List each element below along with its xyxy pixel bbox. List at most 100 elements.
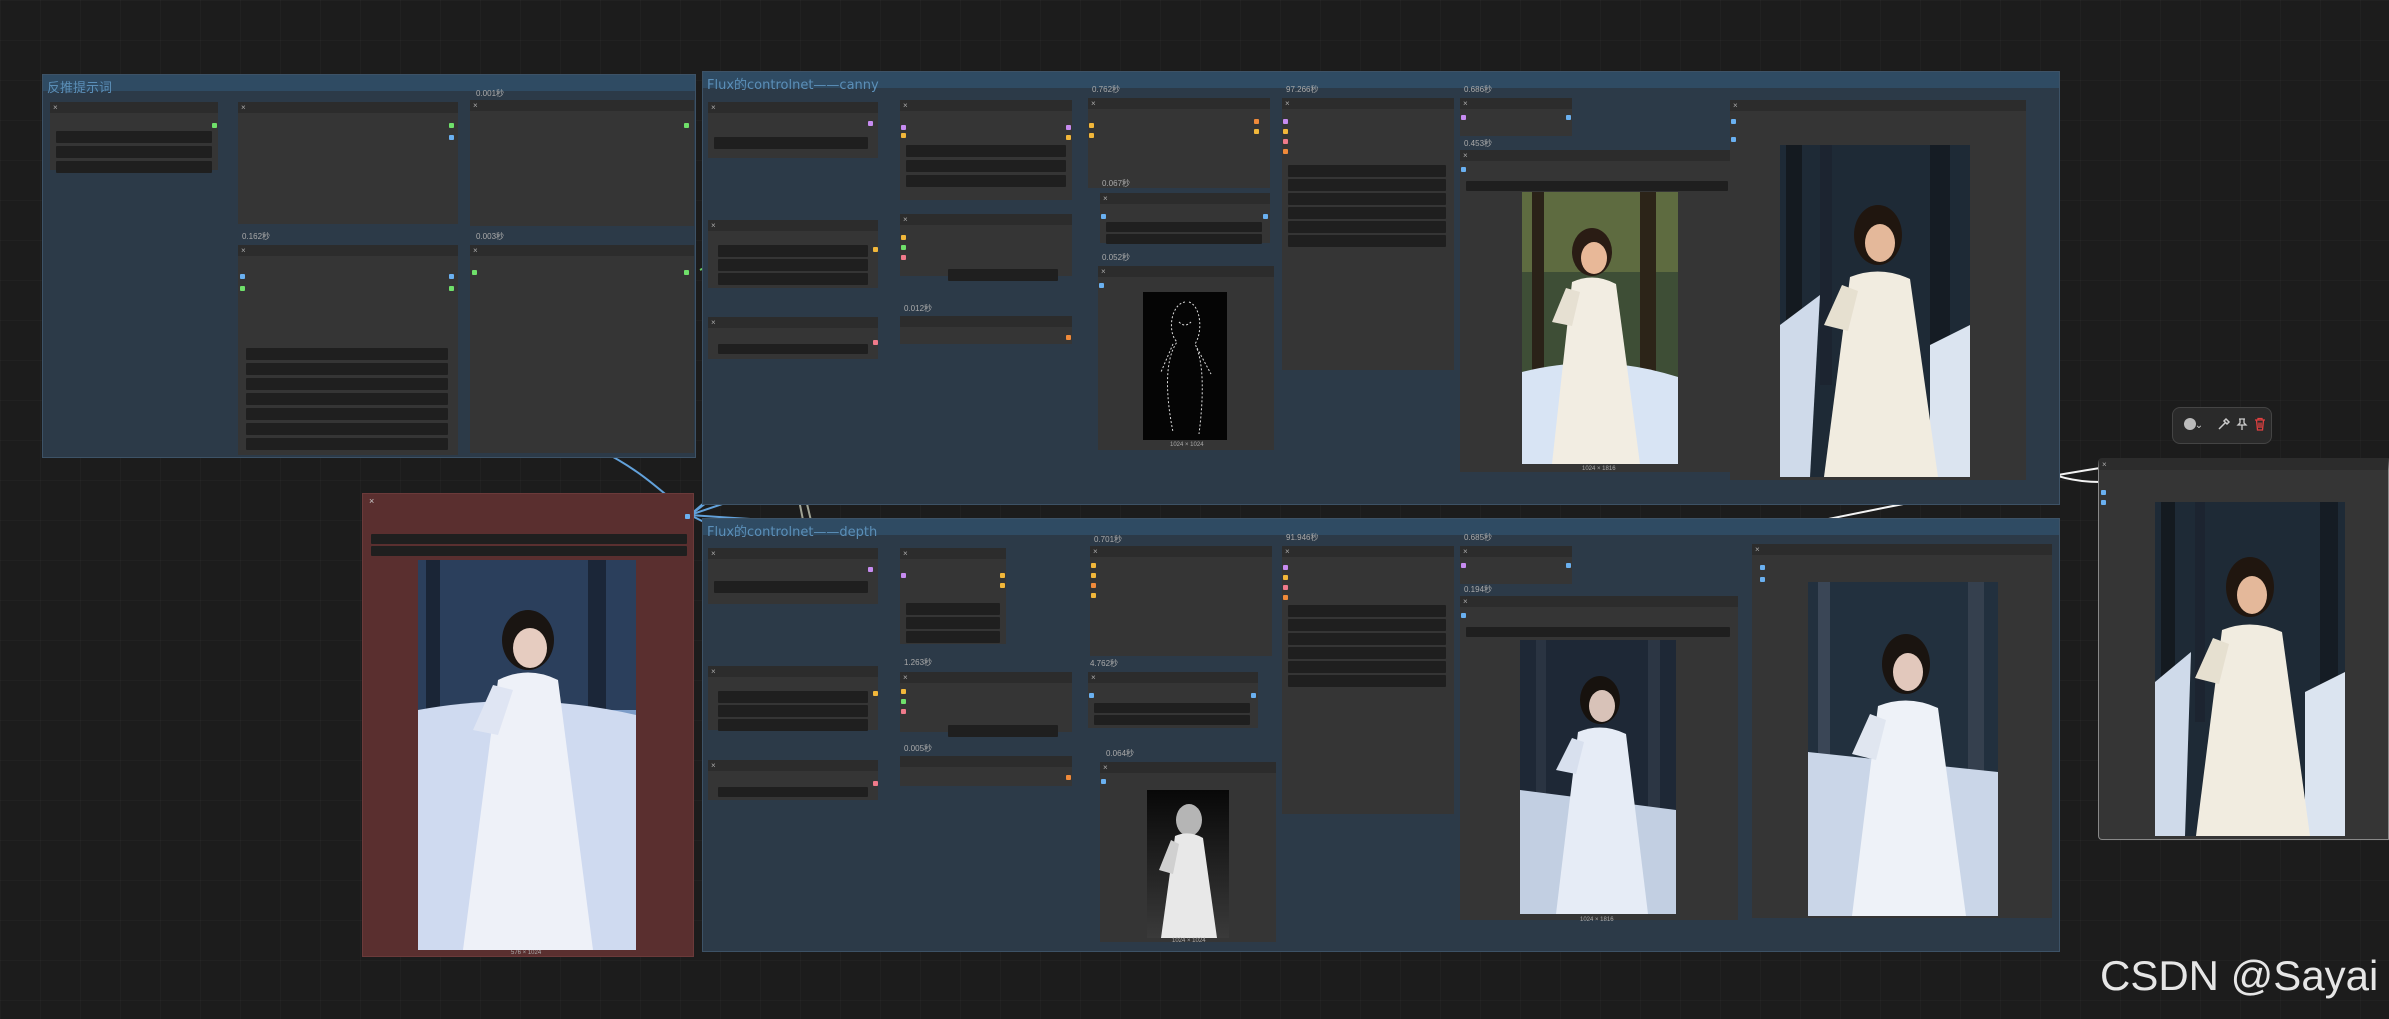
node-canny-latent[interactable] — [900, 316, 1072, 344]
collapse-icon[interactable]: × — [473, 245, 478, 256]
collapse-icon[interactable]: × — [1733, 100, 1738, 111]
node-field[interactable] — [718, 705, 868, 717]
node-depth-input[interactable]: × — [708, 548, 878, 604]
node-field[interactable] — [246, 438, 448, 450]
collapse-icon[interactable]: × — [903, 548, 908, 559]
node-field[interactable] — [1106, 234, 1262, 244]
group-title-bar[interactable] — [703, 519, 2059, 535]
input-slot[interactable] — [1091, 583, 1096, 588]
node-canny-loader[interactable]: × — [900, 100, 1072, 200]
trash-icon[interactable] — [2251, 417, 2269, 435]
input-slot[interactable] — [1091, 593, 1096, 598]
node-field[interactable] — [1288, 647, 1446, 659]
input-slot[interactable] — [901, 699, 906, 704]
collapse-icon[interactable]: × — [1091, 672, 1096, 683]
node-text-output[interactable]: × — [470, 245, 694, 453]
collapse-icon[interactable]: × — [1285, 546, 1290, 557]
node-field[interactable] — [56, 131, 212, 143]
input-slot[interactable] — [1461, 115, 1466, 120]
collapse-icon[interactable]: × — [1463, 596, 1468, 607]
output-slot[interactable] — [1566, 115, 1571, 120]
node-field[interactable] — [906, 631, 1000, 643]
canny-output-photo[interactable] — [1522, 192, 1678, 464]
input-slot[interactable] — [901, 245, 906, 250]
collapse-icon[interactable]: × — [1463, 546, 1468, 557]
output-slot[interactable] — [449, 135, 454, 140]
node-field[interactable] — [906, 175, 1066, 187]
output-slot[interactable] — [1263, 214, 1268, 219]
depth-output-photo[interactable] — [1520, 640, 1676, 914]
input-slot[interactable] — [1101, 214, 1106, 219]
collapse-icon[interactable]: × — [903, 672, 908, 683]
output-slot[interactable] — [873, 691, 878, 696]
node-canny-input[interactable]: × — [708, 102, 878, 158]
collapse-icon[interactable]: × — [1103, 762, 1108, 773]
input-slot[interactable] — [472, 270, 477, 275]
input-slot[interactable] — [1283, 139, 1288, 144]
node-field[interactable] — [1106, 222, 1262, 232]
output-slot[interactable] — [868, 121, 873, 126]
node-field[interactable] — [906, 617, 1000, 629]
collapse-icon[interactable]: × — [1101, 266, 1106, 277]
group-title-bar[interactable] — [43, 75, 695, 91]
collapse-icon[interactable]: × — [473, 100, 478, 111]
collapse-icon[interactable]: × — [711, 220, 716, 231]
node-caption-b[interactable]: × — [470, 100, 694, 226]
node-depth-latent[interactable] — [900, 756, 1072, 786]
output-slot[interactable] — [449, 286, 454, 291]
collapse-icon[interactable]: × — [1463, 98, 1468, 109]
node-field[interactable] — [906, 145, 1066, 157]
node-field[interactable] — [56, 146, 212, 158]
input-slot[interactable] — [1461, 563, 1466, 568]
node-field[interactable] — [246, 423, 448, 435]
node-field[interactable] — [718, 259, 868, 271]
node-depth-loader[interactable]: × — [900, 548, 1006, 644]
collapse-icon[interactable]: × — [903, 100, 908, 111]
node-field[interactable] — [948, 269, 1058, 281]
collapse-icon[interactable]: × — [369, 496, 374, 506]
output-slot[interactable] — [1066, 335, 1071, 340]
input-slot[interactable] — [1091, 573, 1096, 578]
output-slot[interactable] — [449, 274, 454, 279]
output-slot[interactable] — [1251, 693, 1256, 698]
node-field[interactable] — [1288, 221, 1446, 233]
node-field[interactable] — [1094, 715, 1250, 725]
collapse-icon[interactable]: × — [1463, 150, 1468, 161]
node-field[interactable] — [718, 273, 868, 285]
input-slot[interactable] — [1731, 137, 1736, 142]
node-caption-settings[interactable]: × — [238, 245, 458, 455]
pipette-icon[interactable] — [2215, 417, 2233, 435]
collapse-icon[interactable]: × — [53, 102, 58, 113]
node-field[interactable] — [1288, 605, 1446, 617]
node-canny-apply[interactable]: × — [900, 214, 1072, 281]
node-field[interactable] — [56, 161, 212, 173]
node-field[interactable] — [714, 581, 868, 593]
node-canny-preprocess[interactable]: × — [1100, 193, 1270, 244]
input-slot[interactable] — [901, 125, 906, 130]
node-depth-conditioning[interactable]: × — [1090, 546, 1272, 656]
collapse-icon[interactable]: × — [1103, 193, 1108, 204]
group-title-bar[interactable] — [703, 72, 2059, 88]
node-depth-encode[interactable]: × — [708, 666, 878, 731]
node-field[interactable] — [906, 603, 1000, 615]
node-field[interactable] — [1466, 627, 1730, 637]
source-photo[interactable] — [418, 560, 636, 950]
node-load-model[interactable]: × — [50, 102, 218, 173]
node-caption-a[interactable]: × — [238, 102, 458, 224]
output-slot[interactable] — [684, 270, 689, 275]
output-slot[interactable] — [1000, 583, 1005, 588]
input-slot[interactable] — [1089, 133, 1094, 138]
input-slot[interactable] — [901, 255, 906, 260]
node-canny-neg[interactable]: × — [708, 317, 878, 359]
input-slot[interactable] — [240, 274, 245, 279]
node-field[interactable] — [718, 787, 868, 797]
collapse-icon[interactable]: × — [903, 214, 908, 225]
pin-icon[interactable] — [2233, 417, 2251, 435]
collapse-icon[interactable]: × — [711, 102, 716, 113]
node-depth-sampler[interactable]: × — [1282, 546, 1454, 814]
input-slot[interactable] — [1283, 595, 1288, 600]
collapse-icon[interactable]: × — [241, 245, 246, 256]
input-slot[interactable] — [2101, 490, 2106, 495]
output-slot[interactable] — [873, 340, 878, 345]
node-field[interactable] — [246, 348, 448, 360]
